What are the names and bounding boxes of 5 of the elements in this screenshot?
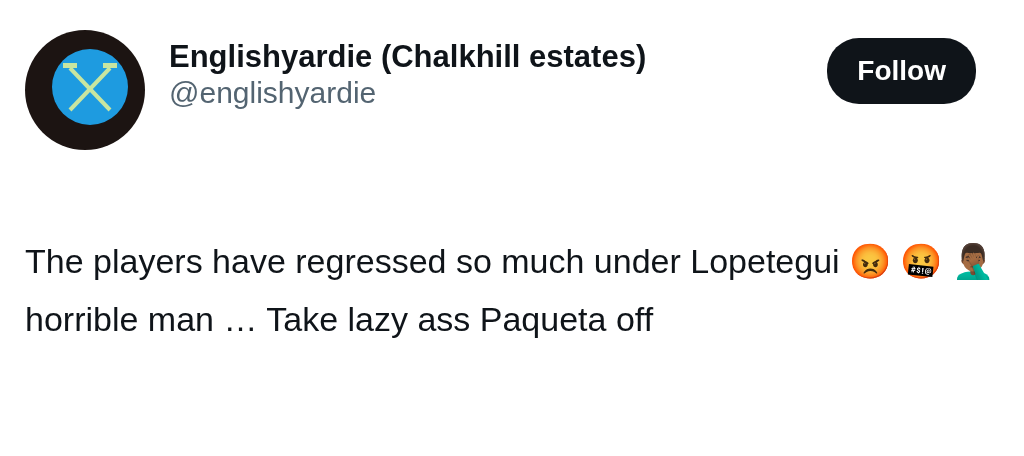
author-name: Englishyardie (Chalkhill estates) (169, 38, 648, 76)
avatar-logo-icon (25, 30, 145, 150)
author-handle: @englishyardie (169, 75, 378, 112)
follow-button[interactable]: Follow (827, 38, 976, 104)
tweet-text: The players have regressed so much under Lopetegui 😡 🤬 🤦🏾‍♂ horrible man … Take lazy ass Paqueta off (25, 241, 995, 340)
